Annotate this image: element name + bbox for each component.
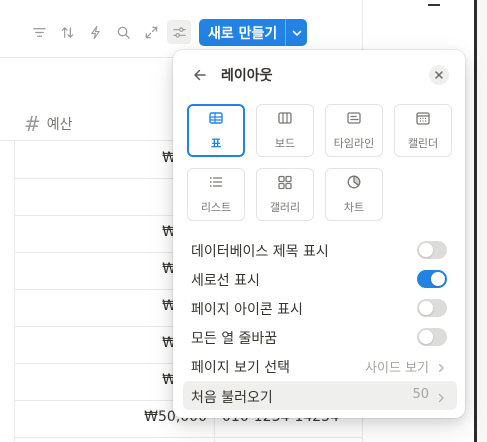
table-cell[interactable]: ₩ (100, 372, 176, 388)
gallery-icon (277, 174, 293, 193)
minimize-icon[interactable] (428, 4, 440, 6)
new-button[interactable]: 새로 만들기 (199, 19, 307, 46)
option-label: 페이지 보기 선택 (191, 360, 291, 376)
layout-option-label: 표 (210, 137, 222, 150)
toggle-switch[interactable] (417, 241, 447, 259)
layout-option-list[interactable]: 리스트 (187, 168, 245, 221)
toggle-switch[interactable] (417, 270, 447, 288)
option-value: 사이드 보기 (365, 361, 429, 376)
option-wrap-all-columns[interactable]: 모든 열 줄바꿈 (183, 322, 457, 351)
popover-title: 레이아웃 (221, 68, 273, 84)
layout-option-timeline[interactable]: 타임라인 (325, 104, 383, 157)
layout-option-label: 타임라인 (333, 137, 375, 150)
column-header-label: 예산 (46, 117, 73, 133)
layout-option-table[interactable]: 표 (187, 104, 245, 157)
option-page-view-select[interactable]: 페이지 보기 선택 사이드 보기 (183, 351, 457, 380)
option-value: 50 (412, 387, 429, 402)
chevron-right-icon (435, 359, 447, 373)
settings-sliders-icon[interactable] (167, 20, 191, 44)
option-show-page-icon[interactable]: 페이지 아이콘 표시 (183, 293, 457, 322)
table-cell[interactable]: ₩ (100, 261, 176, 277)
layout-option-gallery[interactable]: 갤러리 (256, 168, 314, 221)
search-icon[interactable] (111, 20, 135, 44)
option-label: 모든 열 줄바꿈 (191, 331, 278, 347)
filter-icon[interactable] (27, 20, 51, 44)
option-initial-load[interactable]: 처음 불러오기 50 (183, 381, 457, 410)
layout-option-chart[interactable]: 차트 (325, 168, 383, 221)
timeline-icon (346, 110, 362, 129)
new-button-label[interactable]: 새로 만들기 (199, 23, 285, 43)
popover-header: 레이아웃 (173, 62, 465, 88)
table-cell[interactable]: ₩ (100, 150, 176, 166)
board-icon (277, 110, 293, 129)
table-cell[interactable]: ₩ (100, 298, 176, 314)
chart-icon (346, 174, 362, 193)
list-icon (208, 174, 224, 193)
layout-option-label: 리스트 (200, 201, 232, 214)
option-show-database-title[interactable]: 데이터베이스 제목 표시 (183, 235, 457, 264)
layout-option-label: 보드 (274, 137, 296, 150)
automation-icon[interactable] (83, 20, 107, 44)
toggle-switch[interactable] (417, 299, 447, 317)
row-divider (14, 437, 362, 438)
layout-option-board[interactable]: 보드 (256, 104, 314, 157)
option-label: 페이지 아이콘 표시 (191, 302, 303, 318)
close-icon[interactable] (429, 65, 449, 85)
back-arrow-icon[interactable] (189, 64, 211, 86)
table-icon (208, 110, 224, 129)
expand-icon[interactable] (139, 20, 163, 44)
chevron-down-icon[interactable] (286, 27, 307, 39)
calendar-icon (415, 110, 431, 129)
option-label: 처음 불러오기 (191, 390, 273, 406)
option-label: 세로선 표시 (191, 273, 260, 289)
column-header-budget[interactable]: # 예산 (24, 112, 73, 136)
window-edge (474, 0, 487, 442)
layout-option-calendar[interactable]: 캘린더 (394, 104, 452, 157)
table-cell[interactable]: ₩ (100, 224, 176, 240)
layout-option-label: 차트 (343, 201, 365, 214)
column-divider (14, 140, 15, 442)
option-show-vertical-lines[interactable]: 세로선 표시 (183, 264, 457, 293)
layout-popover: 레이아웃 표 보드 타임라인 캘린더 리스트 갤러리 차트 데이터베이스 제목 … (173, 50, 465, 418)
chevron-right-icon (435, 389, 447, 403)
table-cell[interactable]: ₩ (100, 335, 176, 351)
number-type-icon: # (24, 112, 41, 136)
layout-option-label: 캘린더 (407, 137, 439, 150)
sort-icon[interactable] (55, 20, 79, 44)
toggle-switch[interactable] (417, 328, 447, 346)
layout-option-label: 갤러리 (269, 201, 301, 214)
option-label: 데이터베이스 제목 표시 (191, 244, 329, 260)
